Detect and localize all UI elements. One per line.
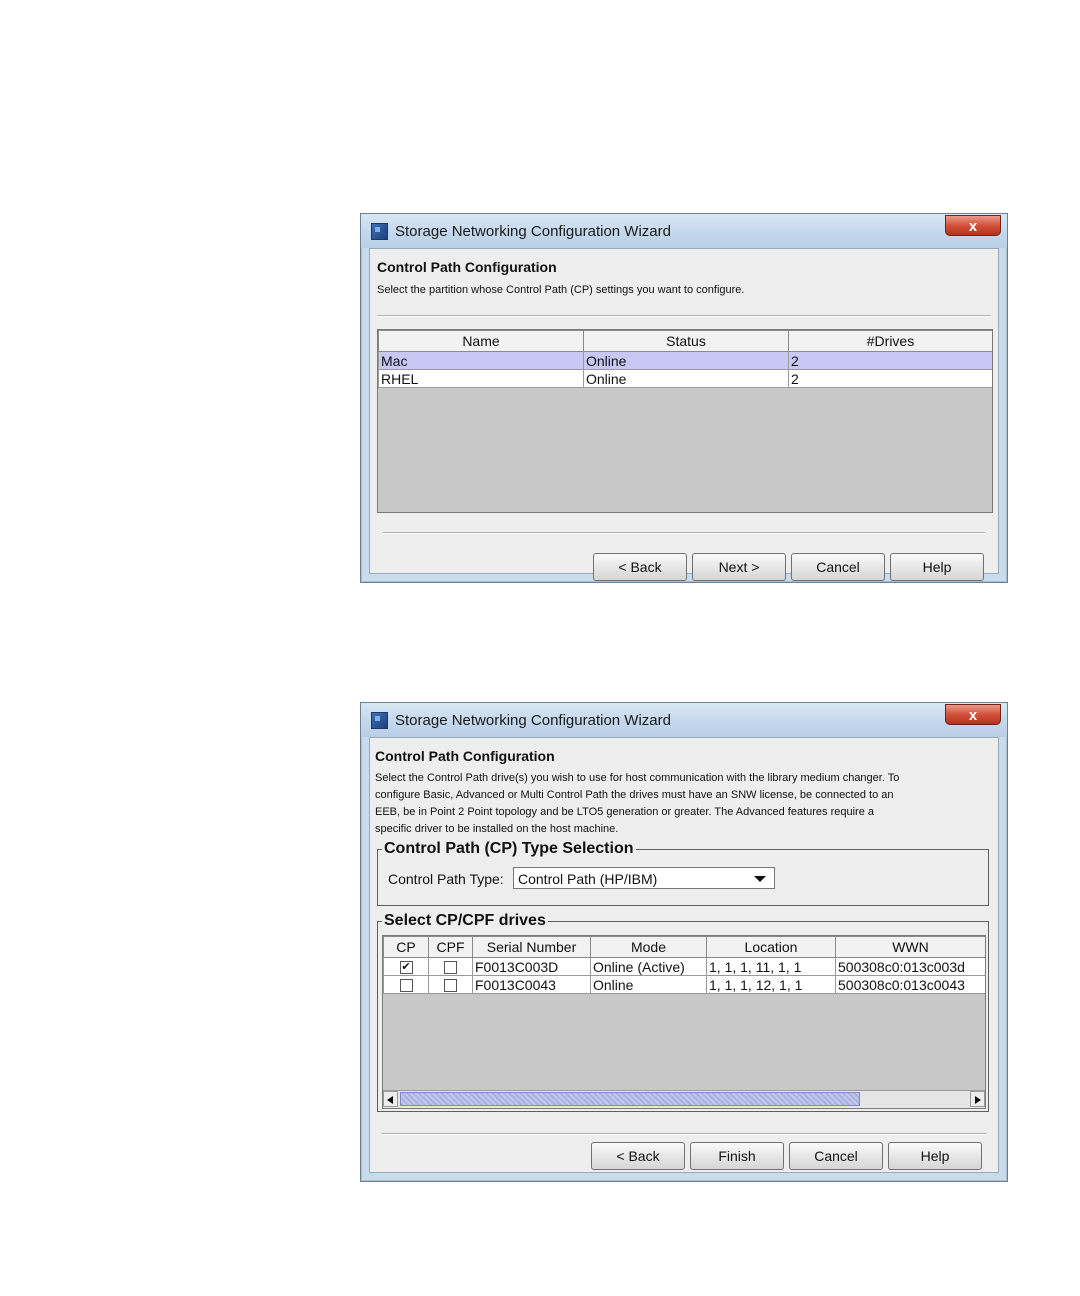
- horizontal-scrollbar[interactable]: [383, 1090, 985, 1108]
- cp-checkbox[interactable]: [399, 979, 413, 993]
- table-row[interactable]: ✔ F0013C003D Online (Active) 1, 1, 1, 11…: [383, 957, 985, 976]
- column-header-cp[interactable]: CP: [383, 936, 429, 958]
- chevron-down-icon[interactable]: [754, 876, 766, 882]
- cell-wwn: 500308c0:013c0043: [835, 975, 985, 994]
- column-header-mode[interactable]: Mode: [590, 936, 707, 958]
- cell-location: 1, 1, 1, 11, 1, 1: [706, 957, 836, 976]
- column-header-name[interactable]: Name: [378, 330, 584, 352]
- cancel-button[interactable]: Cancel: [791, 553, 885, 581]
- partition-table: Name Status #Drives Mac Online 2 RHEL On…: [377, 329, 993, 513]
- next-button[interactable]: Next >: [692, 553, 786, 581]
- close-button[interactable]: x: [945, 215, 1001, 236]
- page-heading: Control Path Configuration: [375, 748, 555, 764]
- cp-type-legend: Control Path (CP) Type Selection: [384, 840, 634, 857]
- cell-wwn: 500308c0:013c003d: [835, 957, 985, 976]
- description-line: Select the Control Path drive(s) you wis…: [375, 772, 900, 784]
- cp-type-dropdown[interactable]: Control Path (HP/IBM): [513, 867, 775, 889]
- page-description: Select the Control Path drive(s) you wis…: [375, 770, 899, 838]
- column-header-wwn[interactable]: WWN: [835, 936, 985, 958]
- dialog-client: Control Path Configuration Select the pa…: [369, 248, 999, 581]
- footer-divider: [383, 532, 985, 534]
- cell-drives: 2: [788, 369, 992, 388]
- table-row[interactable]: F0013C0043 Online 1, 1, 1, 12, 1, 1 5003…: [383, 975, 985, 994]
- cell-name: RHEL: [378, 369, 584, 388]
- cell-status: Online: [583, 351, 789, 370]
- table-row[interactable]: RHEL Online 2: [378, 369, 992, 388]
- cell-cpf: [428, 957, 473, 976]
- wizard-dialog-drives: Storage Networking Configuration Wizard …: [360, 702, 1008, 1182]
- app-icon: [371, 223, 388, 240]
- back-button[interactable]: < Back: [591, 1142, 685, 1170]
- close-button[interactable]: x: [945, 704, 1001, 725]
- scroll-thumb[interactable]: [400, 1092, 860, 1106]
- app-icon: [371, 712, 388, 729]
- help-button[interactable]: Help: [888, 1142, 982, 1170]
- cell-status: Online: [583, 369, 789, 388]
- column-header-drives[interactable]: #Drives: [788, 330, 992, 352]
- cell-mode: Online: [590, 975, 707, 994]
- column-header-cpf[interactable]: CPF: [428, 936, 473, 958]
- title-bar[interactable]: Storage Networking Configuration Wizard …: [361, 214, 1007, 248]
- wizard-dialog-partition: Storage Networking Configuration Wizard …: [360, 213, 1008, 583]
- drives-legend: Select CP/CPF drives: [384, 912, 546, 929]
- cell-cp: [383, 975, 429, 994]
- description-line: configure Basic, Advanced or Multi Contr…: [375, 789, 894, 801]
- cpf-checkbox[interactable]: [444, 961, 457, 975]
- scroll-right-icon[interactable]: [970, 1091, 985, 1107]
- window-title: Storage Networking Configuration Wizard: [395, 712, 671, 729]
- column-header-status[interactable]: Status: [583, 330, 789, 352]
- cell-serial: F0013C003D: [472, 957, 591, 976]
- cell-name: Mac: [378, 351, 584, 370]
- column-header-location[interactable]: Location: [706, 936, 836, 958]
- description-line: EEB, be in Point 2 Point topology and be…: [375, 806, 875, 818]
- cell-serial: F0013C0043: [472, 975, 591, 994]
- help-button[interactable]: Help: [890, 553, 984, 581]
- page-description: Select the partition whose Control Path …: [377, 284, 745, 296]
- cp-type-label: Control Path Type:: [388, 871, 504, 887]
- cpf-checkbox[interactable]: [444, 979, 457, 993]
- cell-location: 1, 1, 1, 12, 1, 1: [706, 975, 836, 994]
- cell-drives: 2: [788, 351, 992, 370]
- cp-type-selected: Control Path (HP/IBM): [518, 871, 658, 887]
- description-line: specific driver to be installed on the h…: [375, 823, 619, 835]
- drives-table: CP CPF Serial Number Mode Location WWN ✔…: [382, 935, 986, 1109]
- cp-checkbox[interactable]: ✔: [399, 961, 413, 975]
- dialog-client: Control Path Configuration Select the Co…: [369, 737, 999, 1173]
- column-header-serial[interactable]: Serial Number: [472, 936, 591, 958]
- title-bar[interactable]: Storage Networking Configuration Wizard …: [361, 703, 1007, 737]
- footer-divider: [381, 1133, 987, 1135]
- page-heading: Control Path Configuration: [377, 259, 557, 275]
- window-title: Storage Networking Configuration Wizard: [395, 223, 671, 240]
- header-divider: [377, 315, 991, 317]
- table-row[interactable]: Mac Online 2: [378, 351, 992, 370]
- back-button[interactable]: < Back: [593, 553, 687, 581]
- cancel-button[interactable]: Cancel: [789, 1142, 883, 1170]
- cell-cpf: [428, 975, 473, 994]
- finish-button[interactable]: Finish: [690, 1142, 784, 1170]
- cell-mode: Online (Active): [590, 957, 707, 976]
- scroll-left-icon[interactable]: [383, 1091, 398, 1107]
- cell-cp: ✔: [383, 957, 429, 976]
